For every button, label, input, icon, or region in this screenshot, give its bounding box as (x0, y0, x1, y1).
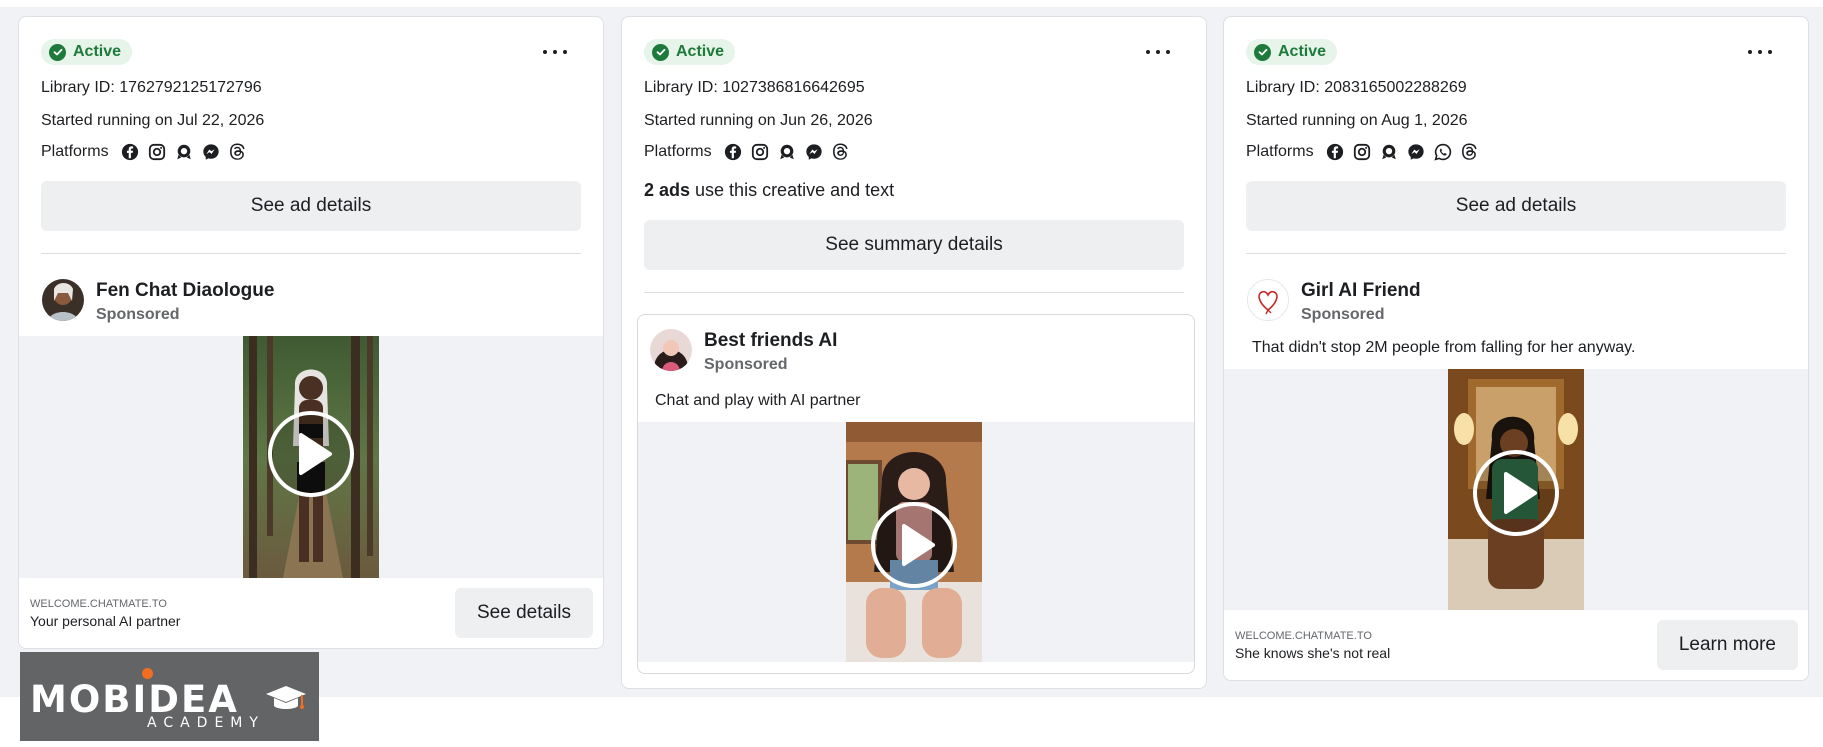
video-thumbnail[interactable] (846, 422, 982, 662)
status-text: Active (73, 43, 122, 60)
media-area (19, 336, 603, 578)
instagram-icon (751, 143, 769, 161)
more-options-icon[interactable] (543, 43, 567, 61)
advertiser-name[interactable]: Girl AI Friend (1301, 280, 1421, 302)
ad-body-text: That didn't stop 2M people from falling … (1252, 339, 1636, 356)
audience-network-icon (778, 143, 796, 161)
facebook-icon (121, 143, 139, 161)
ad-card-3: Active Library ID: 2083165002288269 Star… (1223, 16, 1809, 681)
play-icon[interactable] (266, 409, 356, 499)
instagram-icon (148, 143, 166, 161)
sponsored-label: Sponsored (1301, 306, 1385, 323)
threads-icon (832, 143, 850, 161)
link-caption[interactable]: She knows she's not real (1235, 645, 1390, 661)
platforms-label: Platforms (644, 143, 712, 160)
see-summary-details-button[interactable]: See summary details (644, 220, 1184, 270)
library-id: Library ID: 1027386816642695 (644, 79, 865, 96)
ad-footer: WELCOME.CHATMATE.TO Your personal AI par… (19, 578, 603, 648)
ads-count: 2 ads use this creative and text (644, 180, 894, 201)
ad-footer: WELCOME.CHATMATE.TO She knows she's not … (1224, 610, 1808, 680)
play-icon[interactable] (1471, 448, 1561, 538)
learn-more-button[interactable]: Learn more (1656, 620, 1798, 670)
instagram-icon (1353, 143, 1371, 161)
started-running: Started running on Jul 22, 2026 (41, 112, 265, 129)
see-ad-details-button[interactable]: See ad details (41, 181, 581, 231)
facebook-icon (724, 143, 742, 161)
whatsapp-icon (1434, 143, 1452, 161)
avatar[interactable] (1247, 279, 1289, 321)
media-area (638, 422, 1194, 662)
library-id: Library ID: 2083165002288269 (1246, 79, 1467, 96)
platforms-label: Platforms (1246, 143, 1314, 160)
ad-body-text: Chat and play with AI partner (655, 392, 861, 409)
messenger-icon (1407, 143, 1425, 161)
check-icon (1254, 43, 1271, 61)
started-running: Started running on Jun 26, 2026 (644, 112, 873, 129)
link-domain[interactable]: WELCOME.CHATMATE.TO (30, 598, 167, 610)
ads-count-text: use this creative and text (690, 180, 895, 200)
messenger-icon (805, 143, 823, 161)
audience-network-icon (1380, 143, 1398, 161)
see-details-button[interactable]: See details (454, 588, 593, 638)
status-text: Active (1278, 43, 1327, 60)
status-badge: Active (41, 39, 133, 65)
divider (1246, 253, 1786, 254)
check-icon (652, 43, 669, 61)
avatar[interactable] (42, 279, 84, 321)
platforms-label: Platforms (41, 143, 109, 160)
threads-icon (229, 143, 247, 161)
mobidea-academy-logo: MOBIDEA ACADEMY (20, 652, 319, 741)
ad-card-2: Active Library ID: 1027386816642695 Star… (621, 16, 1207, 689)
more-options-icon[interactable] (1146, 43, 1170, 61)
play-icon[interactable] (869, 500, 959, 590)
audience-network-icon (175, 143, 193, 161)
divider (41, 253, 581, 254)
platforms-row: Platforms (41, 143, 247, 161)
check-icon (49, 43, 66, 61)
advertiser-name[interactable]: Fen Chat Diaologue (96, 280, 274, 302)
platforms-row: Platforms (1246, 143, 1479, 161)
graduation-cap-icon (266, 686, 306, 709)
link-caption[interactable]: Your personal AI partner (30, 613, 180, 629)
ad-preview-card: Best friends AI Sponsored Chat and play … (637, 314, 1195, 674)
messenger-icon (202, 143, 220, 161)
sponsored-label: Sponsored (96, 306, 180, 323)
divider (644, 292, 1184, 293)
ad-card-1: Active Library ID: 1762792125172796 Star… (18, 16, 604, 649)
advertiser-header: Fen Chat Diaologue Sponsored (42, 279, 274, 324)
video-thumbnail[interactable] (1448, 369, 1584, 610)
logo-sub-text: ACADEMY (147, 715, 265, 731)
facebook-icon (1326, 143, 1344, 161)
ads-count-number: 2 ads (644, 180, 691, 200)
status-badge: Active (644, 39, 736, 65)
avatar[interactable] (650, 329, 692, 371)
link-domain[interactable]: WELCOME.CHATMATE.TO (1235, 630, 1372, 642)
advertiser-header: Girl AI Friend Sponsored (1247, 279, 1421, 324)
threads-icon (1461, 143, 1479, 161)
video-thumbnail[interactable] (243, 336, 379, 578)
sponsored-label: Sponsored (704, 356, 788, 373)
see-ad-details-button[interactable]: See ad details (1246, 181, 1786, 231)
media-area (1224, 369, 1808, 610)
started-running: Started running on Aug 1, 2026 (1246, 112, 1468, 129)
platforms-row: Platforms (644, 143, 850, 161)
advertiser-name[interactable]: Best friends AI (704, 330, 837, 352)
more-options-icon[interactable] (1748, 43, 1772, 61)
library-id: Library ID: 1762792125172796 (41, 79, 262, 96)
status-text: Active (676, 43, 725, 60)
advertiser-header: Best friends AI Sponsored (650, 329, 837, 374)
status-badge: Active (1246, 39, 1338, 65)
